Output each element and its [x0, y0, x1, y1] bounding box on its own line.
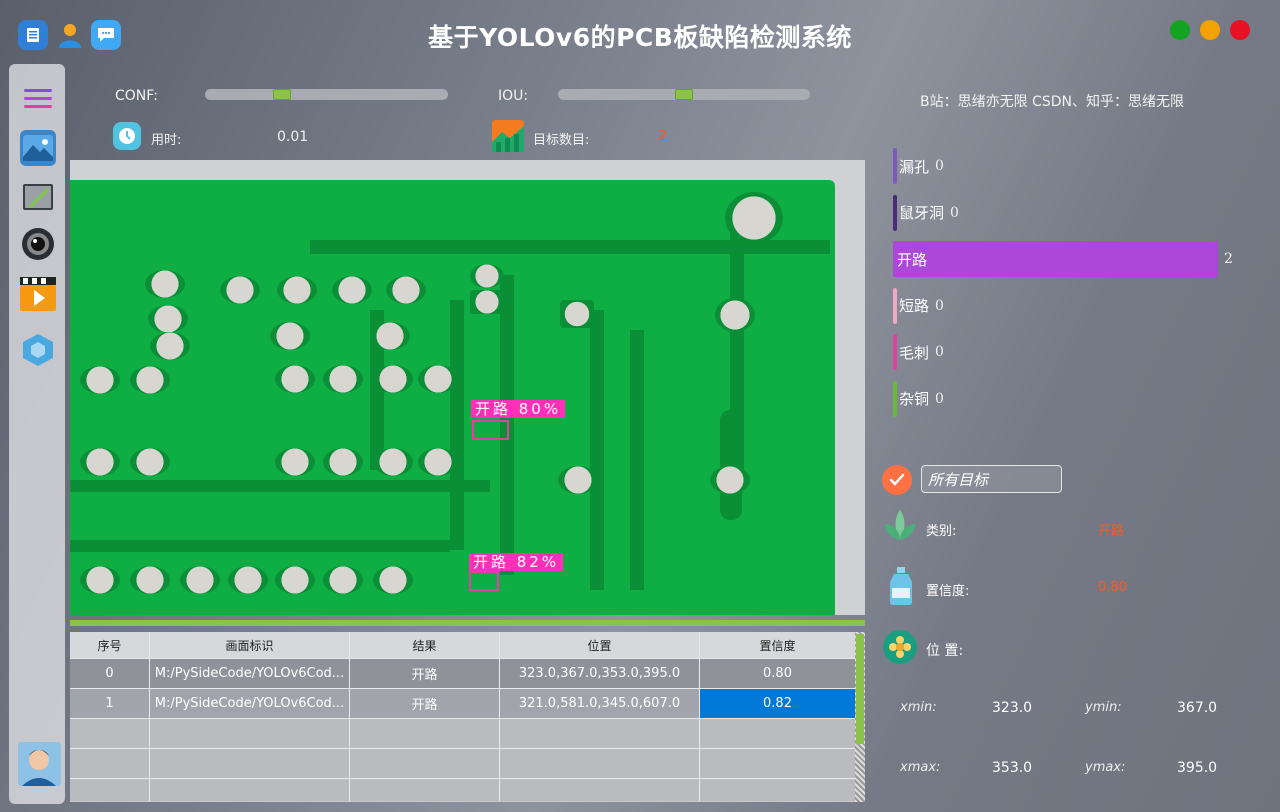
class-count: 2 — [1224, 251, 1233, 267]
app-title: 基于YOLOv6的PCB板缺陷检测系统 — [428, 23, 852, 52]
table-cell-selected[interactable]: 0.82 — [700, 689, 855, 718]
position-label: 位 置: — [926, 643, 964, 659]
class-bar — [893, 194, 897, 231]
class-name: 短路 — [899, 297, 930, 315]
credit-text: B站：思绪亦无限 CSDN、知乎：思绪无限 — [920, 94, 1184, 110]
class-bar-item: 短路 0 — [893, 287, 944, 324]
table-scrollbar-thumb[interactable] — [856, 634, 864, 744]
class-label: 类别: — [926, 524, 957, 539]
xmin-value: 323.0 — [992, 700, 1033, 716]
table-cell[interactable]: M:/PySideCode/YOLOv6Cod... — [150, 659, 350, 688]
avatar[interactable] — [18, 742, 61, 786]
maximize-button[interactable] — [1170, 20, 1190, 40]
class-bar — [893, 148, 897, 184]
clock-icon — [113, 122, 141, 150]
camera-icon[interactable] — [20, 226, 56, 262]
conf-slider[interactable] — [205, 89, 448, 100]
video-icon[interactable] — [20, 276, 56, 312]
count-label: 目标数目: — [533, 133, 590, 148]
table-row[interactable]: 1 M:/PySideCode/YOLOv6Cod... 开路 321.0,58… — [70, 689, 855, 719]
class-count: 0 — [935, 297, 944, 314]
column-header[interactable]: 位置 — [500, 632, 700, 658]
folder-icon[interactable] — [20, 178, 56, 214]
ymax-label: ymax: — [1085, 760, 1126, 775]
table-cell[interactable]: 0 — [70, 659, 150, 688]
class-bar-item: 开路 2 — [893, 241, 1233, 277]
detection-label: 开路 80% — [471, 400, 566, 418]
xmax-label: xmax: — [900, 760, 941, 775]
table-cell[interactable]: 1 — [70, 689, 150, 718]
table-row[interactable] — [70, 749, 855, 779]
table-cell[interactable]: 开路 — [350, 659, 500, 688]
table-cell[interactable]: M:/PySideCode/YOLOv6Cod... — [150, 689, 350, 718]
conf-label: CONF: — [115, 88, 158, 104]
table-cell[interactable]: 321.0,581.0,345.0,607.0 — [500, 689, 700, 718]
table-cell[interactable]: 0.80 — [700, 659, 855, 688]
class-count: 0 — [935, 158, 944, 174]
xmax-value: 353.0 — [992, 760, 1033, 776]
bottle-icon — [886, 566, 916, 606]
sidebar — [9, 64, 65, 804]
count-value: 2 — [658, 128, 667, 144]
ymin-label: ymin: — [1085, 700, 1122, 715]
ymax-value: 395.0 — [1177, 760, 1218, 776]
model-cube-icon[interactable] — [20, 332, 56, 368]
table-row[interactable] — [70, 719, 855, 749]
class-bar-item: 杂铜 0 — [893, 380, 944, 417]
class-bar-item: 鼠牙洞 0 — [893, 194, 959, 231]
close-button[interactable] — [1230, 20, 1250, 40]
minimize-button[interactable] — [1200, 20, 1220, 40]
detection-image: 开路 80% 开路 82% — [70, 160, 865, 615]
table-cell[interactable]: 323.0,367.0,353.0,395.0 — [500, 659, 700, 688]
menu-icon[interactable] — [20, 81, 56, 117]
iou-slider[interactable] — [558, 89, 810, 100]
time-label: 用时: — [151, 133, 182, 148]
target-select-value: 所有目标 — [928, 470, 989, 489]
image-icon[interactable] — [20, 130, 56, 166]
xmin-label: xmin: — [900, 700, 937, 715]
table-cell[interactable]: 开路 — [350, 689, 500, 718]
check-icon[interactable] — [882, 465, 912, 495]
progress-bar — [70, 620, 865, 626]
class-bar-item: 漏孔 0 — [893, 148, 944, 184]
column-header[interactable]: 序号 — [70, 632, 150, 658]
class-name: 开路 — [897, 251, 928, 269]
detection-box — [472, 420, 509, 440]
class-count: 0 — [935, 390, 944, 407]
column-header[interactable]: 置信度 — [700, 632, 855, 658]
class-name: 毛刺 — [899, 343, 930, 362]
flower-icon — [883, 630, 917, 664]
leaf-icon — [880, 506, 920, 546]
class-bar — [893, 380, 897, 417]
class-bar: 开路 — [893, 241, 1218, 277]
class-name: 杂铜 — [899, 390, 930, 408]
pcb-board-image: 开路 80% 开路 82% — [70, 180, 835, 615]
table-row[interactable] — [70, 779, 855, 801]
detection-label: 开路 82% — [469, 553, 564, 571]
ymin-value: 367.0 — [1177, 700, 1218, 716]
results-table: 序号 画面标识 结果 位置 置信度 0 M:/PySideCode/YOLOv6… — [70, 632, 855, 802]
detection-box — [469, 571, 499, 591]
iou-label: IOU: — [498, 88, 529, 104]
class-bar — [893, 334, 897, 370]
chart-icon — [492, 120, 524, 152]
class-count: 0 — [935, 344, 944, 360]
target-select[interactable]: 所有目标 — [921, 465, 1062, 493]
class-count: 0 — [950, 204, 959, 221]
iou-slider-handle[interactable] — [675, 89, 693, 100]
class-name: 漏孔 — [899, 157, 930, 176]
confidence-label: 置信度: — [926, 584, 970, 599]
conf-slider-handle[interactable] — [273, 89, 291, 100]
table-header: 序号 画面标识 结果 位置 置信度 — [70, 632, 855, 659]
column-header[interactable]: 结果 — [350, 632, 500, 658]
class-bar — [893, 287, 897, 324]
column-header[interactable]: 画面标识 — [150, 632, 350, 658]
class-value: 开路 — [1098, 524, 1125, 539]
table-row[interactable]: 0 M:/PySideCode/YOLOv6Cod... 开路 323.0,36… — [70, 659, 855, 689]
confidence-value: 0.80 — [1098, 580, 1127, 595]
time-value: 0.01 — [277, 129, 309, 145]
class-bar-item: 毛刺 0 — [893, 334, 944, 370]
class-name: 鼠牙洞 — [899, 204, 945, 222]
